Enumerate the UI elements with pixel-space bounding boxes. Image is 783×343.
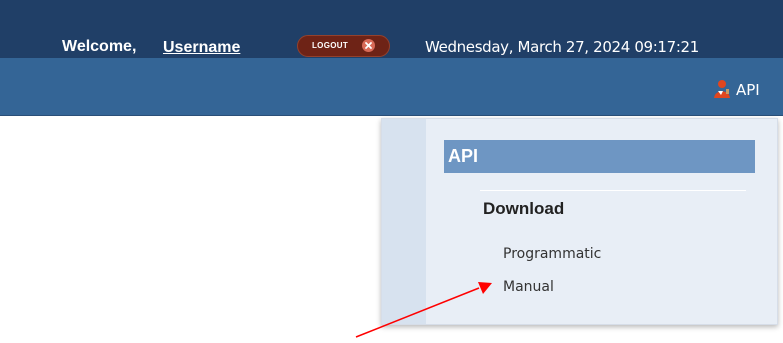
logout-button[interactable]: LOGOUT bbox=[297, 35, 390, 57]
logout-label: LOGOUT bbox=[312, 41, 349, 50]
top-header-bar: Welcome, Username LOGOUT Wednesday, Marc… bbox=[0, 0, 783, 58]
welcome-label: Welcome, bbox=[62, 38, 137, 55]
menu-item-manual[interactable]: Manual bbox=[503, 279, 554, 295]
menu-divider bbox=[480, 190, 746, 191]
api-nav-item[interactable]: API bbox=[704, 77, 783, 107]
user-icon bbox=[713, 79, 733, 99]
annotation-arrow bbox=[355, 282, 492, 338]
username-link[interactable]: Username bbox=[163, 39, 240, 56]
menu-header: API bbox=[444, 140, 755, 173]
main-navigation-bar bbox=[0, 58, 783, 116]
current-datetime: Wednesday, March 27, 2024 09:17:21 bbox=[425, 38, 699, 56]
close-icon bbox=[362, 39, 375, 52]
menu-header-label: API bbox=[448, 146, 479, 166]
api-nav-label: API bbox=[736, 81, 760, 99]
download-section-label: Download bbox=[483, 199, 565, 218]
menu-item-programmatic[interactable]: Programmatic bbox=[503, 246, 601, 262]
